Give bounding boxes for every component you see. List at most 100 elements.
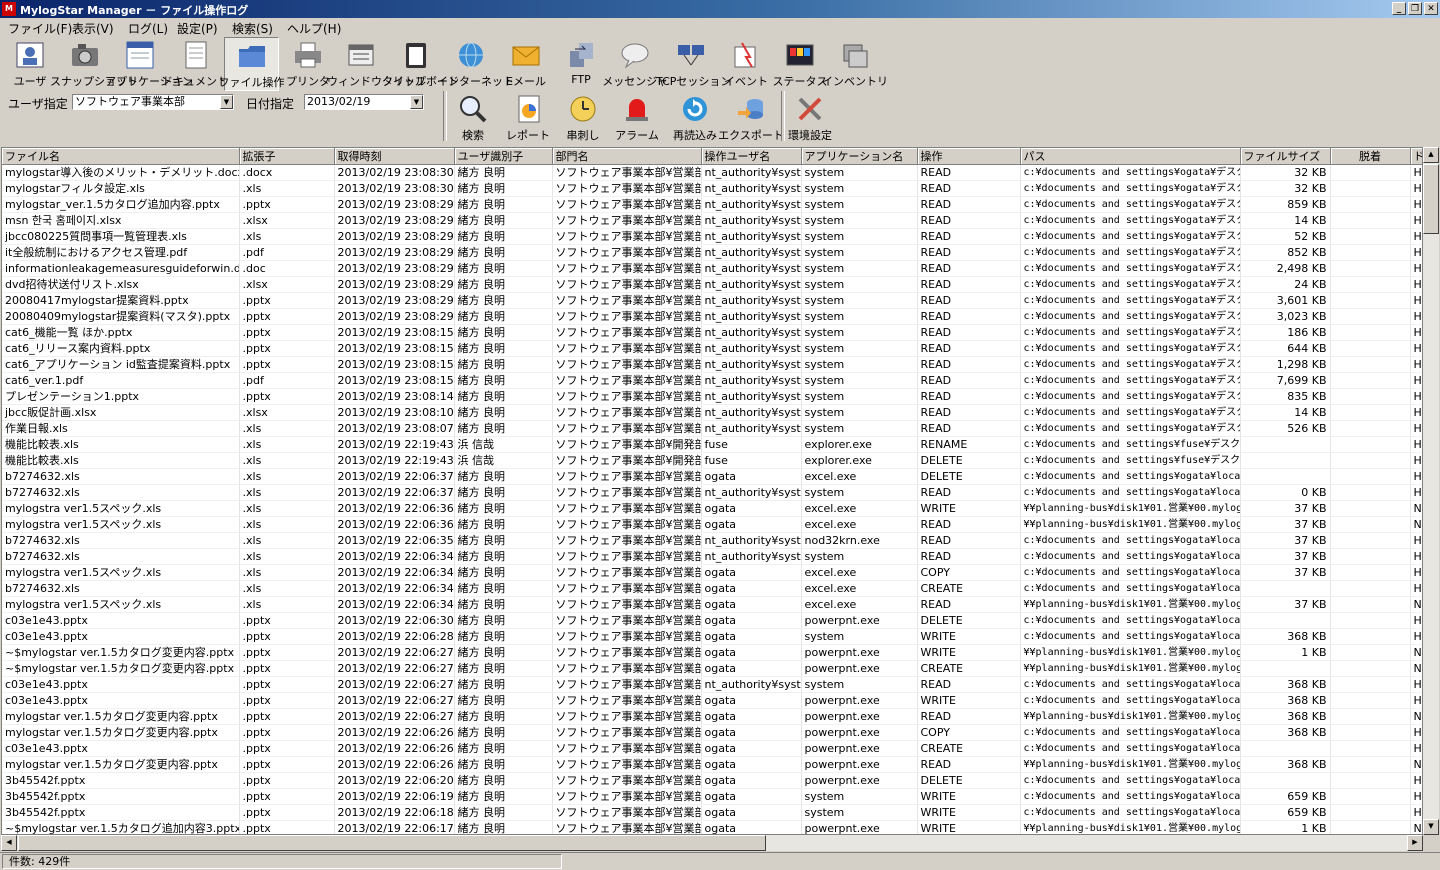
table-row[interactable]: cat6_機能一覧 ほか.pptx .pptx 2013/02/19 23:08:1…	[2, 324, 1422, 341]
table-row[interactable]: b7274632.xls .xls 2013/02/19 22:06:37 緒方 良明…	[2, 468, 1422, 485]
horizontal-scrollbar[interactable]: ◀ ▶	[1, 835, 1423, 851]
export-button[interactable]: エクスポート	[718, 91, 784, 145]
report-button[interactable]: レポート	[505, 91, 551, 145]
menu-settings[interactable]: 設定(P)	[177, 20, 218, 37]
chevron-down-icon[interactable]: ▼	[410, 95, 423, 109]
table-row[interactable]: mylogstar_ver.1.5カタログ追加内容.pptx .pptx 2013/…	[2, 196, 1422, 213]
table-row[interactable]: mylogstar ver.1.5カタログ変更内容.pptx .pptx 2013/…	[2, 756, 1422, 773]
column-header-filename[interactable]: ファイル名	[2, 148, 240, 165]
table-row[interactable]: c03e1e43.pptx .pptx 2013/02/19 22:06:28 緒方 …	[2, 628, 1422, 645]
horizontal-scroll-thumb[interactable]	[18, 835, 766, 851]
minimize-button[interactable]: _	[1392, 2, 1406, 15]
date-filter-select[interactable]: 2013/02/19 ▼	[304, 94, 424, 110]
table-row[interactable]: informationleakagemeasuresguideforwin.do…	[2, 260, 1422, 277]
table-row[interactable]: it全般統制におけるアクセス管理.pdf .pdf 2013/02/19 23:08…	[2, 244, 1422, 261]
column-header-operation[interactable]: 操作	[917, 148, 1021, 165]
close-button[interactable]: ✕	[1424, 2, 1438, 15]
toolbar-document-button[interactable]: ドキュメント	[162, 37, 228, 91]
toolbar-clipboard-button[interactable]: クリップボード	[382, 37, 459, 91]
table-row[interactable]: mylogstra ver1.5スペック.xls .xls 2013/02/19 2…	[2, 500, 1422, 517]
table-row[interactable]: プレゼンテーション1.pptx .pptx 2013/02/19 23:08:14 緒…	[2, 388, 1422, 405]
table-row[interactable]: mylogstar導入後のメリット・デメリット.docx .docx 2013/02…	[2, 164, 1422, 181]
skewer-button[interactable]: 串刺し	[560, 91, 606, 145]
chevron-down-icon[interactable]: ▼	[220, 95, 233, 109]
vertical-scrollbar[interactable]: ▲ ▼	[1423, 147, 1439, 835]
toolbar-status-button[interactable]: ステータス	[773, 37, 828, 91]
table-row[interactable]: ~$mylogstar ver.1.5カタログ変更内容.pptx .pptx 201…	[2, 660, 1422, 677]
menu-view[interactable]: 表示(V)	[72, 20, 114, 37]
column-header-time[interactable]: 取得時刻	[334, 148, 455, 165]
table-row[interactable]: 機能比較表.xls .xls 2013/02/19 22:19:43 浜 信哉 ソフトウ…	[2, 452, 1422, 469]
menu-file[interactable]: ファイル(F)	[8, 20, 72, 37]
scroll-up-icon[interactable]: ▲	[1423, 147, 1439, 163]
table-row[interactable]: b7274632.xls .xls 2013/02/19 22:06:34 緒方 良明…	[2, 548, 1422, 565]
toolbar-window-title-button[interactable]: ウィンドウタイトル	[327, 37, 426, 91]
table-row[interactable]: 3b45542f.pptx .pptx 2013/02/19 22:06:19 緒方 …	[2, 788, 1422, 805]
table-row[interactable]: mylogstra ver1.5スペック.xls .xls 2013/02/19 2…	[2, 564, 1422, 581]
toolbar-inventory-button[interactable]: インベントリ	[822, 37, 888, 91]
column-header-drive[interactable]: ド	[1410, 148, 1422, 165]
file-operation-log-table[interactable]: ファイル名 拡張子 取得時刻 ユーザ識別子 部門名 操作ユーザ名 アプリケーショ…	[1, 147, 1423, 835]
table-row[interactable]: msn 한국 홈페이지.xlsx .xlsx 2013/02/19 23:08:29…	[2, 212, 1422, 229]
table-row[interactable]: mylogstar ver.1.5カタログ変更内容.pptx .pptx 2013/…	[2, 708, 1422, 725]
toolbar-snapshot-button[interactable]: スナップショット	[50, 37, 138, 91]
table-row[interactable]: jbcc販促計画.xlsx .xlsx 2013/02/19 23:08:10 緒方 …	[2, 404, 1422, 421]
toolbar-messenger-button[interactable]: メッセンジャ	[602, 37, 668, 91]
column-header-application[interactable]: アプリケーション名	[801, 148, 918, 165]
table-row[interactable]: cat6_アプリケーション id監査提案資料.pptx .pptx 2013/02/…	[2, 356, 1422, 373]
table-row[interactable]: dvd招待状送付リスト.xlsx .xlsx 2013/02/19 23:08:29…	[2, 276, 1422, 293]
reload-button[interactable]: 再読込み	[672, 91, 718, 145]
table-row[interactable]: c03e1e43.pptx .pptx 2013/02/19 22:06:26 緒方 …	[2, 740, 1422, 757]
table-row[interactable]: 3b45542f.pptx .pptx 2013/02/19 22:06:18 緒方 …	[2, 804, 1422, 821]
table-row[interactable]: b7274632.xls .xls 2013/02/19 22:06:35 緒方 良明…	[2, 532, 1422, 549]
scroll-right-icon[interactable]: ▶	[1407, 835, 1423, 851]
environment-settings-button[interactable]: 環境設定	[787, 91, 833, 145]
toolbar-file-operation-button[interactable]: ファイル操作	[219, 37, 285, 91]
table-row[interactable]: ~$mylogstar ver.1.5カタログ追加内容3.pptx .pptx 20…	[2, 820, 1422, 834]
table-row[interactable]: mylogstar ver.1.5カタログ変更内容.pptx .pptx 2013/…	[2, 724, 1422, 741]
column-header-operation-user[interactable]: 操作ユーザ名	[701, 148, 802, 165]
toolbar-application-button[interactable]: アプリケーション	[105, 37, 193, 91]
table-row[interactable]: cat6_ver.1.pdf .pdf 2013/02/19 23:08:15 緒方 …	[2, 372, 1422, 389]
restore-button[interactable]: ❐	[1408, 2, 1422, 15]
table-row[interactable]: c03e1e43.pptx .pptx 2013/02/19 22:06:27 緒方 …	[2, 692, 1422, 709]
column-header-extension[interactable]: 拡張子	[239, 148, 335, 165]
alarm-button[interactable]: アラーム	[614, 91, 660, 145]
table-row[interactable]: ~$mylogstar ver.1.5カタログ変更内容.pptx .pptx 201…	[2, 644, 1422, 661]
table-row[interactable]: b7274632.xls .xls 2013/02/19 22:06:34 緒方 良明…	[2, 580, 1422, 597]
scroll-left-icon[interactable]: ◀	[1, 835, 17, 851]
table-row[interactable]: b7274632.xls .xls 2013/02/19 22:06:37 緒方 良明…	[2, 484, 1422, 501]
table-row[interactable]: jbcc080225質問事項一覧管理表.xls .xls 2013/02/19 23…	[2, 228, 1422, 245]
column-header-user-id[interactable]: ユーザ識別子	[454, 148, 553, 165]
search-button[interactable]: 検索	[450, 91, 496, 145]
table-row[interactable]: cat6_リリース案内資料.pptx .pptx 2013/02/19 23:08:…	[2, 340, 1422, 357]
menu-help[interactable]: ヘルプ(H)	[287, 20, 341, 37]
table-row[interactable]: mylogstra ver1.5スペック.xls .xls 2013/02/19 2…	[2, 596, 1422, 613]
toolbar-tcp-session-button[interactable]: TCPセッション	[656, 37, 731, 91]
table-row[interactable]: mylogstra ver1.5スペック.xls .xls 2013/02/19 2…	[2, 516, 1422, 533]
table-row[interactable]: 機能比較表.xls .xls 2013/02/19 22:19:43 浜 信哉 ソフトウ…	[2, 436, 1422, 453]
column-header-file-size[interactable]: ファイルサイズ	[1240, 148, 1331, 165]
column-header-path[interactable]: パス	[1020, 148, 1241, 165]
table-row[interactable]: 作業日報.xls .xls 2013/02/19 23:08:07 緒方 良明 ソフトウ…	[2, 420, 1422, 437]
table-row[interactable]: 20080417mylogstar提案資料.pptx .pptx 2013/02/1…	[2, 292, 1422, 309]
toolbar-internet-button[interactable]: インターネット	[437, 37, 514, 91]
table-row[interactable]: c03e1e43.pptx .pptx 2013/02/19 22:06:27 緒方 …	[2, 676, 1422, 693]
toolbar-user-button[interactable]: ユーザ	[5, 37, 55, 91]
toolbar-printer-button[interactable]: プリンタ	[283, 37, 333, 91]
toolbar-email-button[interactable]: Eメール	[502, 37, 550, 91]
mylogstar-app-icon[interactable]: M	[2, 2, 16, 16]
scroll-down-icon[interactable]: ▼	[1423, 819, 1439, 835]
column-header-department[interactable]: 部門名	[552, 148, 702, 165]
menu-search[interactable]: 検索(S)	[232, 20, 273, 37]
table-row[interactable]: mylogstarフィルタ設定.xls .xls 2013/02/19 23:08:…	[2, 180, 1422, 197]
menu-log[interactable]: ログ(L)	[128, 20, 168, 37]
toolbar-event-button[interactable]: イベント	[722, 37, 770, 91]
table-row[interactable]: c03e1e43.pptx .pptx 2013/02/19 22:06:30 緒方 …	[2, 612, 1422, 629]
column-header-detach[interactable]: 脱着	[1330, 148, 1411, 165]
table-row[interactable]: 3b45542f.pptx .pptx 2013/02/19 22:06:20 緒方 …	[2, 772, 1422, 789]
user-filter-select[interactable]: ソフトウェア事業本部 ▼	[72, 94, 234, 110]
toolbar-ftp-button[interactable]: FTP	[557, 37, 605, 91]
table-row[interactable]: 20080409mylogstar提案資料(マスタ).pptx .pptx 2013…	[2, 308, 1422, 325]
vertical-scroll-thumb[interactable]	[1423, 164, 1439, 234]
